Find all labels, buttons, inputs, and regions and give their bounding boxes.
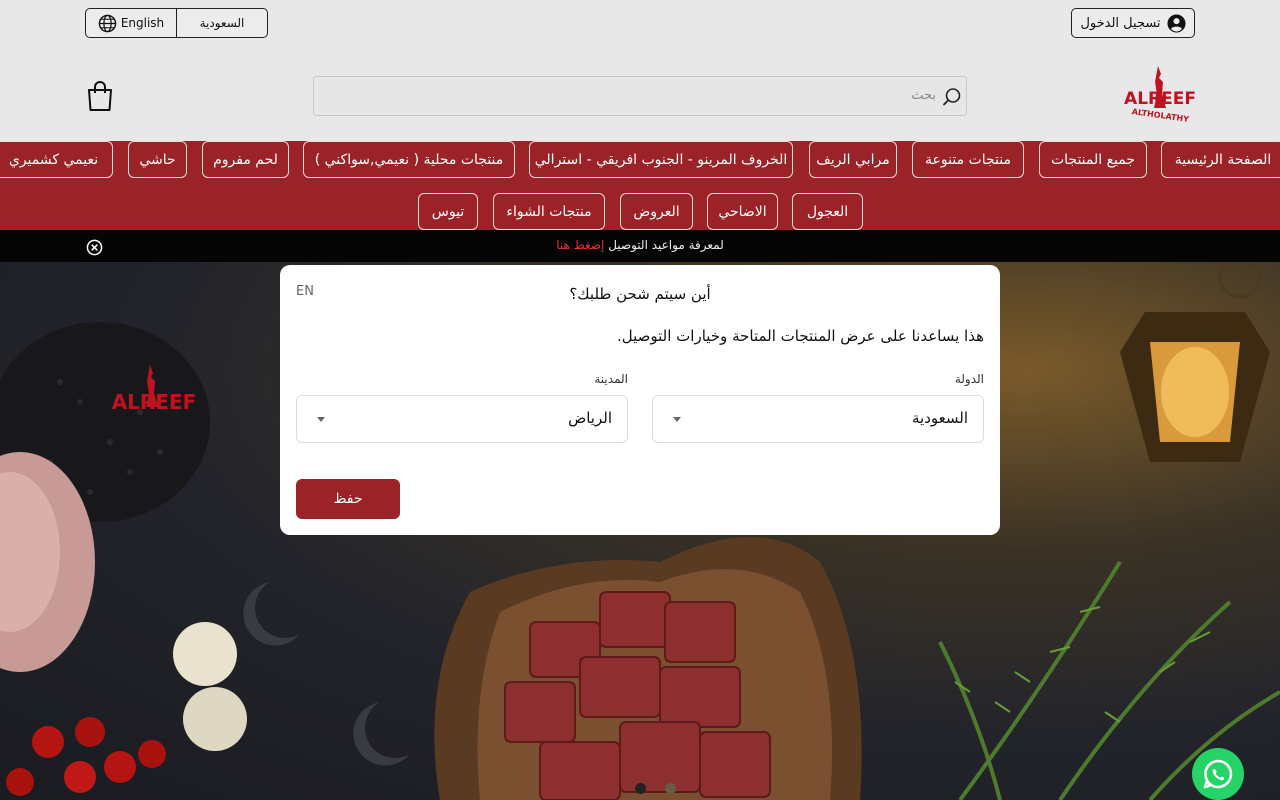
nav-item-minced-meat[interactable]: لحم مفروم [202,141,289,178]
nav-label: الخروف المرينو - الجنوب افريقي - استرالي [534,151,788,168]
whatsapp-button[interactable] [1192,748,1244,800]
nav-item-all-products[interactable]: جميع المنتجات [1039,141,1147,178]
search-input[interactable]: بحث [313,76,967,116]
nav-label: العروض [633,203,680,220]
nav-item-naimi-kashmiri[interactable]: نعيمي كشميري [0,141,113,178]
nav-label: منتجات محلية ( نعيمي,سواكني ) [314,151,504,168]
nav-item-hashi[interactable]: حاشي [128,141,187,178]
logo-subtitle: ALTHOLATHY [1131,107,1189,124]
notice-text: لمعرفة مواعيد التوصيل إضغط هنا [0,238,1280,252]
globe-icon [98,14,117,32]
shopping-bag-icon[interactable] [86,80,114,112]
language-label: English [120,16,165,30]
nav-item-local-products[interactable]: منتجات محلية ( نعيمي,سواكني ) [303,141,515,178]
chevron-down-icon [673,417,681,422]
logo-wordmark: ALREEF [1124,89,1196,109]
shipping-location-modal: EN أين سيتم شحن طلبك؟ هذا يساعدنا على عر… [280,265,1000,535]
city-select-value: الرياض [568,409,612,427]
close-icon[interactable] [86,239,103,256]
language-toggle[interactable]: English [86,9,177,37]
nav-label: تيوس [431,203,465,220]
nav-item-home[interactable]: الصفحة الرئيسية [1161,141,1280,178]
alreef-logo[interactable]: ALREEF ALTHOLATHY [1124,64,1196,126]
city-select[interactable]: الرياض [296,395,628,443]
nav-label: مرابي الريف [816,151,890,168]
whatsapp-icon [1203,759,1233,789]
hero-logo-text: ALREEF [112,390,197,414]
nav-label: منتجات الشواء [506,203,592,220]
nav-item-adahi[interactable]: الاضاحي [707,193,778,230]
nav-item-calves[interactable]: العجول [792,193,863,230]
delivery-notice-bar: لمعرفة مواعيد التوصيل إضغط هنا [0,230,1280,262]
modal-title: أين سيتم شحن طلبك؟ [569,285,711,303]
save-button[interactable]: حفظ [296,479,400,519]
country-field-label: الدولة [954,372,984,386]
login-button[interactable]: تسجيل الدخول [1071,8,1195,38]
nav-item-alreef-farms[interactable]: مرابي الريف [809,141,897,178]
save-button-label: حفظ [333,491,363,507]
nav-item-merino-sheep[interactable]: الخروف المرينو - الجنوب افريقي - استرالي [529,141,793,178]
nav-label: لحم مفروم [213,151,278,168]
chevron-down-icon [317,417,325,422]
notice-link[interactable]: إضغط هنا [556,238,604,252]
city-field-label: المدينة [594,372,628,386]
nav-label: جميع المنتجات [1050,151,1136,168]
nav-label: نعيمي كشميري [8,151,99,168]
nav-label: الاضاحي [718,203,767,220]
country-toggle[interactable]: السعودية [177,9,267,37]
search-placeholder: بحث [911,88,936,103]
nav-item-grill-products[interactable]: منتجات الشواء [493,193,605,230]
country-select[interactable]: السعودية [652,395,984,443]
carousel-dot-active[interactable] [635,783,646,794]
nav-label: حاشي [139,151,176,168]
site-header: English السعودية تسجيل الدخول بحث ALREEF… [0,0,1280,141]
nav-label: الصفحة الرئيسية [1174,151,1272,168]
country-label: السعودية [199,16,245,30]
search-icon[interactable] [942,87,962,107]
login-label: تسجيل الدخول [1080,15,1161,31]
user-circle-icon [1167,13,1186,33]
nav-item-offers[interactable]: العروض [620,193,693,230]
nav-item-various-products[interactable]: منتجات متنوعة [912,141,1024,178]
country-select-value: السعودية [911,409,968,427]
language-country-switcher: English السعودية [85,8,268,38]
notice-message: لمعرفة مواعيد التوصيل [604,238,724,252]
modal-description: هذا يساعدنا على عرض المنتجات المتاحة وخي… [616,327,984,345]
main-navigation: الصفحة الرئيسية جميع المنتجات منتجات متن… [0,141,1280,230]
carousel-dot[interactable] [665,783,676,794]
nav-item-goats[interactable]: تيوس [418,193,478,230]
nav-label: منتجات متنوعة [925,151,1011,168]
nav-label: العجول [806,203,849,220]
